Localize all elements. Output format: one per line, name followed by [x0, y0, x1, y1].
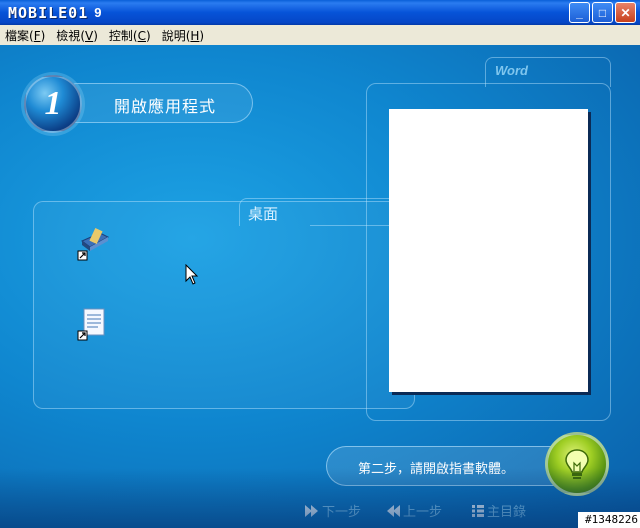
word-label: Word	[495, 63, 528, 78]
menu-help[interactable]: 說明(H)	[157, 27, 210, 44]
menu-view-key: V	[85, 28, 94, 43]
instruction-text: 第二步，請開啟指書軟體。	[358, 462, 515, 477]
menu-control[interactable]: 控制(C)	[104, 27, 157, 44]
step-number-badge: 1	[24, 75, 82, 133]
word-shortcut-icon[interactable]	[76, 227, 110, 261]
menu-file-label: 檔案	[5, 28, 30, 43]
window-controls: _ □ ✕	[569, 2, 636, 23]
menu-control-label: 控制	[108, 28, 133, 43]
menu-file[interactable]: 檔案(F)	[0, 27, 51, 44]
title-bar[interactable]: MOBILE01 9 _ □ ✕	[0, 0, 640, 25]
menu-view-label: 檢視	[56, 28, 81, 43]
document-shortcut-icon[interactable]	[76, 307, 110, 341]
tutorial-content: 1 開啟應用程式 桌面 Word 第二步，請開啟指書軟體。 下一步 上一步 主目…	[0, 45, 640, 528]
app-window: MOBILE01 9 _ □ ✕ 檔案(F) 檢視(V) 控制(C) 說明(H)…	[0, 0, 640, 528]
double-arrow-left-icon	[387, 504, 400, 517]
app-logo: MOBILE01	[8, 3, 89, 22]
menu-help-label: 說明	[161, 28, 186, 43]
double-arrow-right-icon	[305, 504, 318, 517]
menu-bar: 檔案(F) 檢視(V) 控制(C) 說明(H)	[0, 25, 640, 45]
menu-help-key: H	[190, 28, 200, 43]
main-menu-button[interactable]: 主目錄	[472, 501, 526, 520]
watermark-id: #1348226	[578, 512, 640, 528]
mouse-cursor-icon	[185, 263, 199, 286]
menu-file-key: F	[33, 28, 41, 43]
next-step-button[interactable]: 下一步	[305, 501, 361, 520]
prev-step-button[interactable]: 上一步	[386, 501, 442, 520]
menu-control-key: C	[137, 28, 146, 43]
maximize-button[interactable]: □	[592, 2, 613, 23]
main-menu-label: 主目錄	[487, 505, 527, 520]
lightbulb-icon[interactable]	[545, 432, 609, 496]
word-preview-page	[389, 109, 588, 392]
desktop-label: 桌面	[248, 205, 279, 223]
next-step-label: 下一步	[322, 505, 362, 520]
step-title: 開啟應用程式	[114, 97, 217, 116]
list-icon	[472, 504, 484, 517]
app-version: 9	[94, 5, 102, 20]
minimize-button[interactable]: _	[569, 2, 590, 23]
prev-step-label: 上一步	[403, 505, 443, 520]
menu-view[interactable]: 檢視(V)	[51, 27, 104, 44]
close-button[interactable]: ✕	[615, 2, 636, 23]
